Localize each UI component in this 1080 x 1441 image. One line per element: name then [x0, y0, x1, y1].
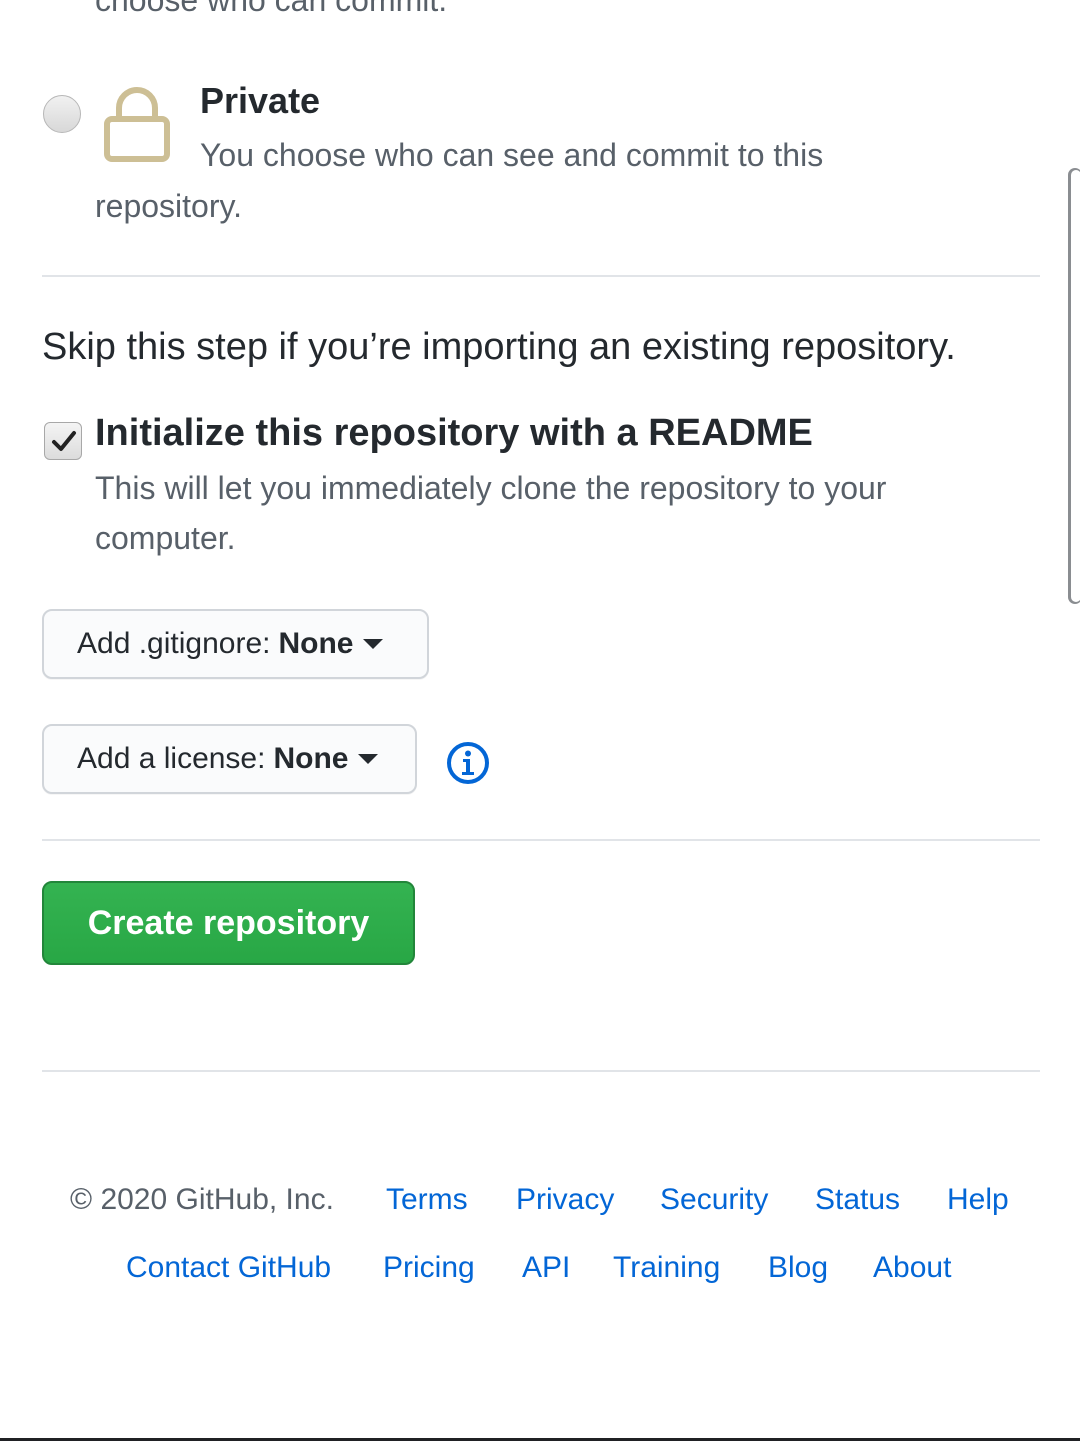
license-value: None — [273, 742, 349, 775]
public-description-cut: choose who can commit. — [95, 0, 448, 18]
footer-copyright: © 2020 GitHub, Inc. — [70, 1183, 334, 1216]
info-icon[interactable] — [446, 741, 490, 785]
footer-link-terms[interactable]: Terms — [386, 1183, 468, 1217]
gitignore-value: None — [278, 627, 354, 660]
caret-down-icon — [358, 754, 379, 764]
private-description: You choose who can see and commit to thi… — [200, 137, 824, 173]
divider — [42, 839, 1040, 841]
gitignore-select[interactable]: Add .gitignore: None — [42, 609, 429, 679]
readme-description-cont: computer. — [95, 520, 236, 556]
footer-link-about[interactable]: About — [873, 1251, 951, 1285]
private-description-cont: repository. — [95, 188, 243, 224]
footer-link-training[interactable]: Training — [613, 1251, 720, 1285]
readme-checkbox[interactable] — [44, 422, 82, 460]
license-select[interactable]: Add a license: None — [42, 724, 417, 794]
footer-link-status[interactable]: Status — [815, 1183, 900, 1217]
gitignore-label: Add .gitignore: — [77, 627, 271, 660]
create-repository-button[interactable]: Create repository — [42, 881, 415, 965]
divider — [42, 275, 1040, 277]
checkmark-icon — [52, 431, 76, 451]
readme-description: This will let you immediately clone the … — [95, 470, 887, 506]
footer-link-blog[interactable]: Blog — [768, 1251, 828, 1285]
footer-divider — [42, 1070, 1040, 1072]
caret-down-icon — [363, 639, 384, 649]
lock-icon — [104, 87, 170, 162]
scrollbar[interactable] — [1068, 168, 1080, 604]
private-radio[interactable] — [43, 95, 81, 133]
footer-link-privacy[interactable]: Privacy — [516, 1183, 614, 1217]
license-label: Add a license: — [77, 742, 266, 775]
footer-link-security[interactable]: Security — [660, 1183, 768, 1217]
private-title: Private — [200, 80, 321, 121]
footer-link-api[interactable]: API — [522, 1251, 570, 1285]
skip-step-text: Skip this step if you’re importing an ex… — [42, 326, 956, 368]
footer-link-help[interactable]: Help — [947, 1183, 1009, 1217]
footer-link-contact[interactable]: Contact GitHub — [126, 1251, 331, 1285]
footer-link-pricing[interactable]: Pricing — [383, 1251, 475, 1285]
readme-label[interactable]: Initialize this repository with a README — [95, 412, 813, 455]
